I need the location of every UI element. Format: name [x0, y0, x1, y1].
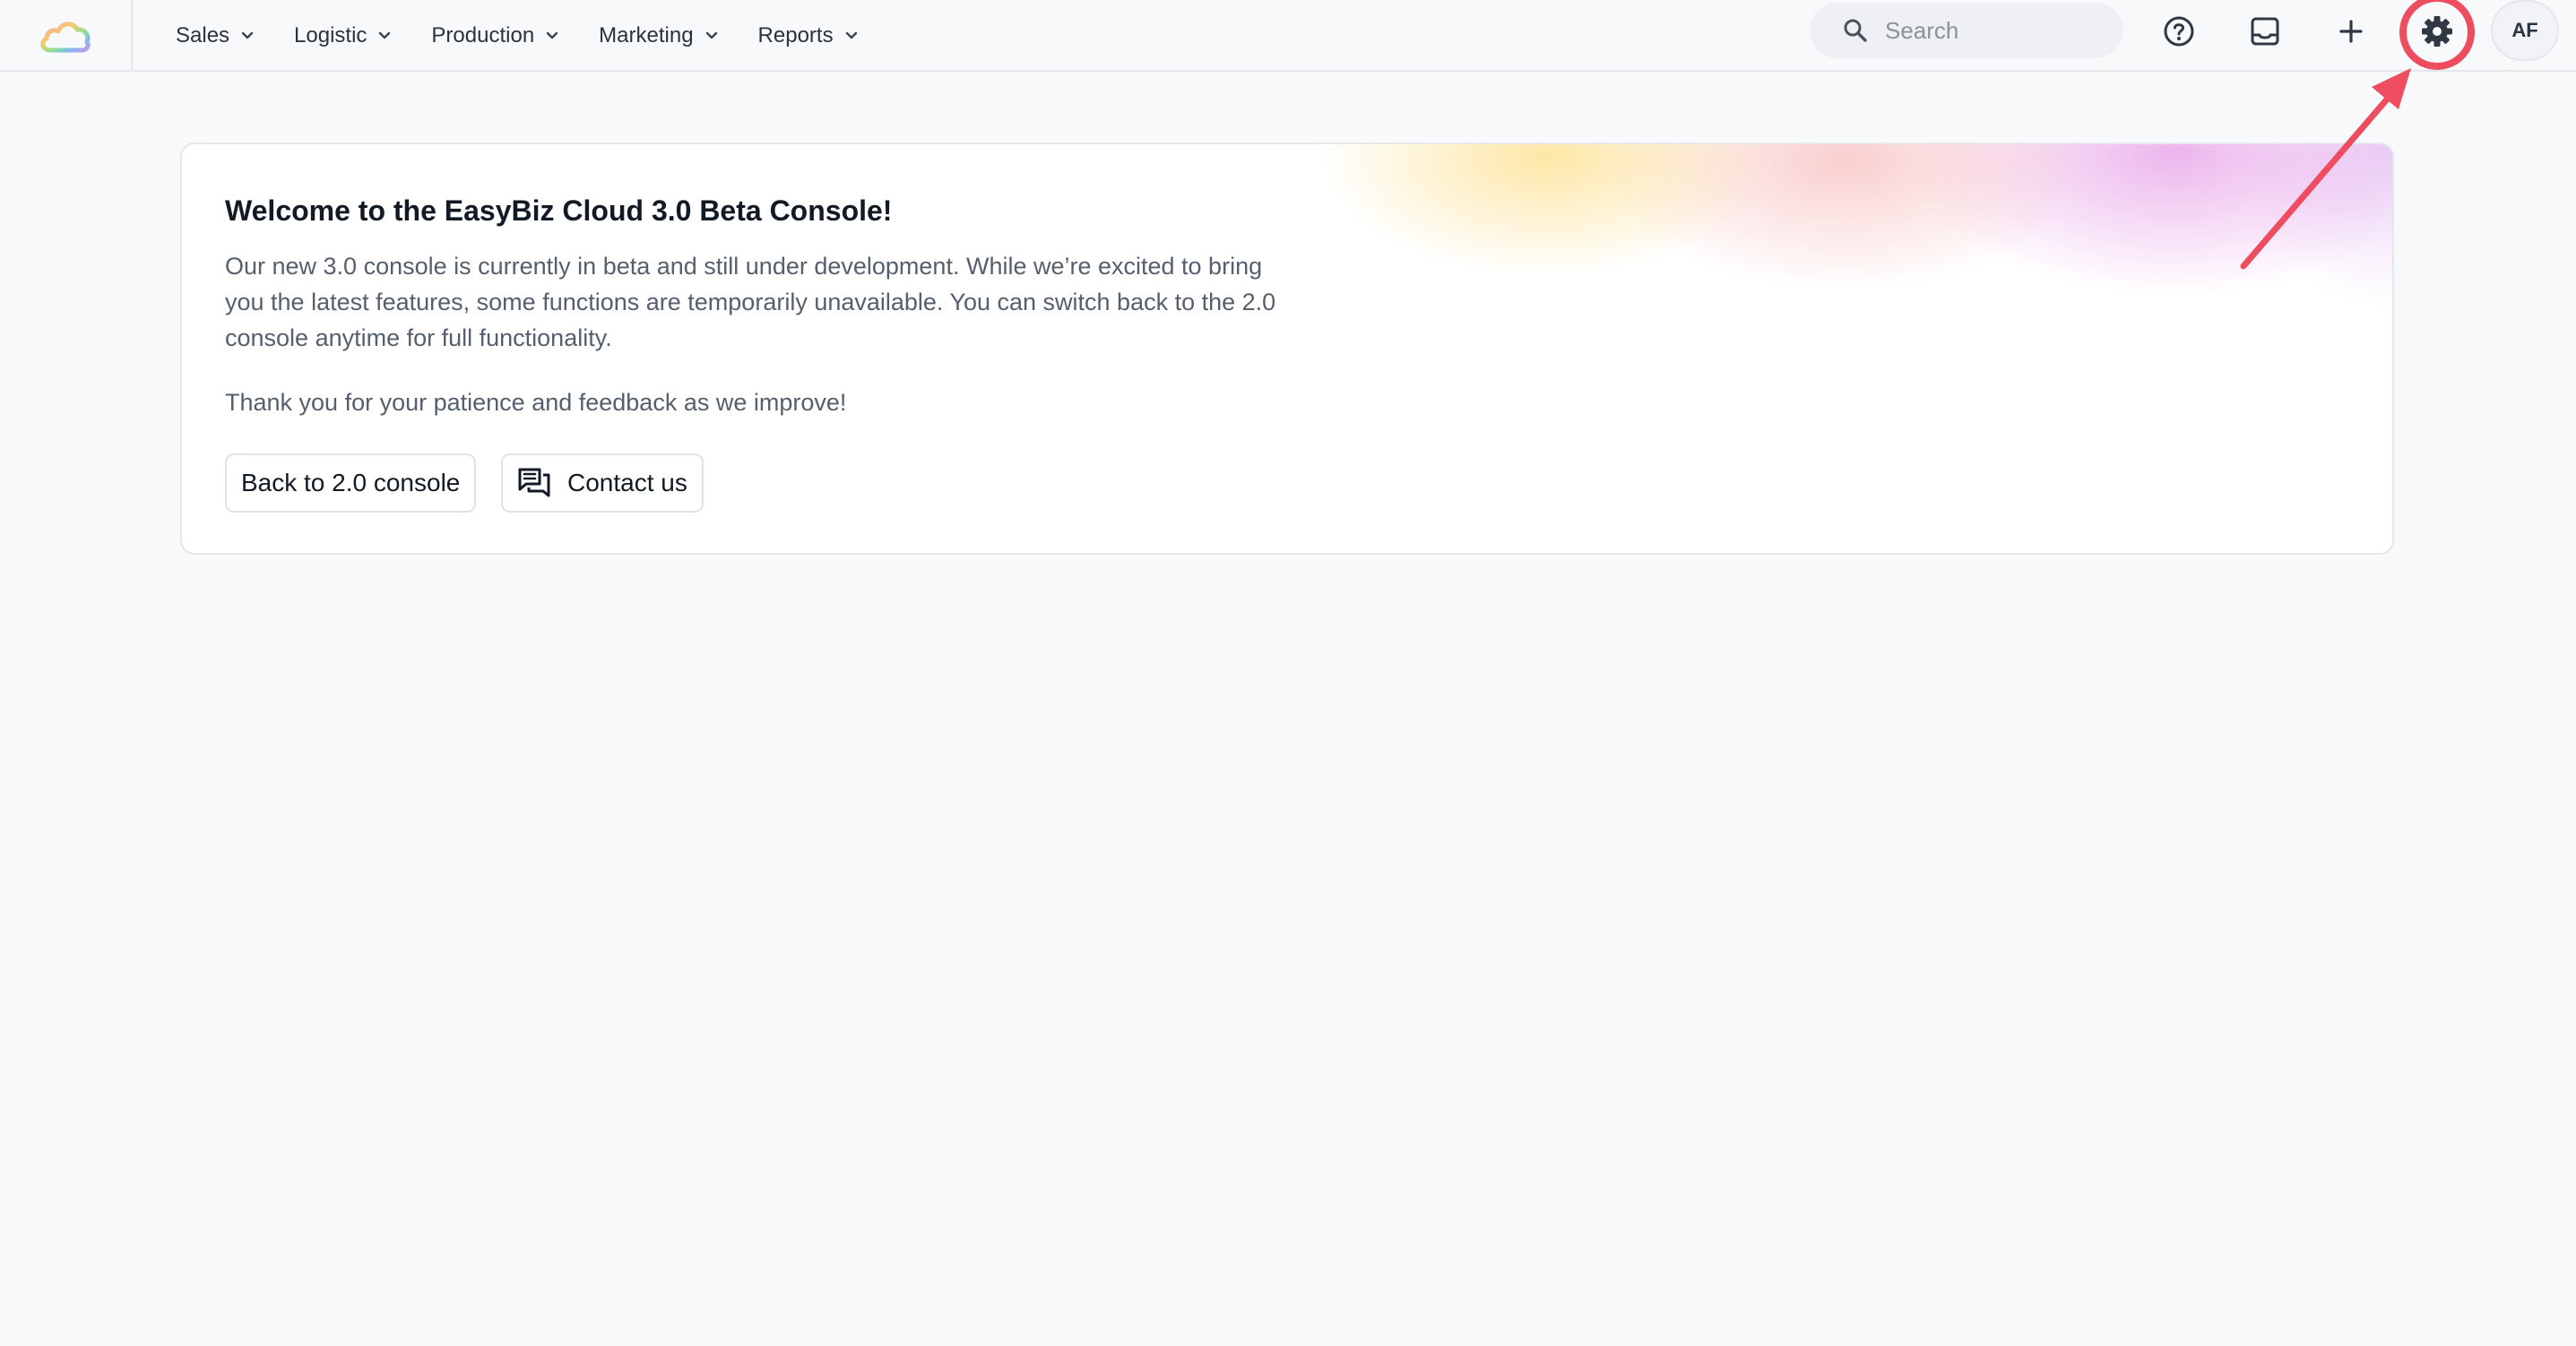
nav-logistic[interactable]: Logistic: [278, 12, 410, 60]
cloud-logo-icon: [40, 22, 91, 53]
top-bar: Sales Logistic Production Marketing Repo…: [0, 0, 2576, 72]
decorative-gradient: [1293, 144, 2392, 553]
logo-container[interactable]: [0, 0, 133, 72]
avatar[interactable]: AF: [2491, 0, 2559, 61]
search-icon: [1844, 19, 1867, 42]
main-nav: Sales Logistic Production Marketing Repo…: [160, 0, 882, 72]
nav-label: Marketing: [599, 23, 694, 47]
chevron-down-icon: [546, 31, 558, 39]
add-button[interactable]: [2323, 4, 2379, 59]
chevron-down-icon: [705, 31, 717, 39]
welcome-paragraph-1: Our new 3.0 console is currently in beta…: [225, 253, 1276, 351]
nav-label: Reports: [757, 23, 834, 47]
search-input[interactable]: [1883, 15, 2102, 46]
back-to-console-button[interactable]: Back to 2.0 console: [225, 453, 477, 513]
nav-reports[interactable]: Reports: [742, 12, 877, 60]
nav-marketing[interactable]: Marketing: [583, 12, 736, 60]
nav-label: Production: [431, 23, 535, 47]
search-box[interactable]: [1810, 3, 2123, 58]
welcome-paragraph-2: Thank you for your patience and feedback…: [225, 389, 847, 416]
back-to-console-label: Back to 2.0 console: [241, 469, 461, 496]
gear-icon: [2422, 16, 2452, 47]
inbox-icon: [2251, 17, 2279, 46]
avatar-initials: AF: [2511, 19, 2538, 41]
inbox-button[interactable]: [2237, 4, 2293, 59]
chevron-down-icon: [241, 31, 254, 39]
contact-us-button[interactable]: Contact us: [501, 453, 704, 513]
chevron-down-icon: [845, 31, 857, 39]
help-button[interactable]: [2151, 4, 2207, 59]
welcome-body: Our new 3.0 console is currently in beta…: [225, 248, 1283, 449]
nav-production[interactable]: Production: [415, 12, 577, 60]
welcome-card: Welcome to the EasyBiz Cloud 3.0 Beta Co…: [180, 142, 2394, 555]
chat-icon: [518, 468, 550, 497]
welcome-title: Welcome to the EasyBiz Cloud 3.0 Beta Co…: [225, 194, 893, 227]
contact-us-label: Contact us: [567, 469, 687, 496]
nav-label: Logistic: [294, 23, 367, 47]
pointer-arrow-head: [2372, 68, 2411, 109]
nav-label: Sales: [176, 23, 230, 47]
nav-sales[interactable]: Sales: [160, 12, 272, 60]
chevron-down-icon: [379, 31, 391, 39]
help-icon: [2164, 16, 2194, 47]
plus-icon: [2339, 20, 2363, 43]
settings-button[interactable]: [2409, 4, 2465, 59]
